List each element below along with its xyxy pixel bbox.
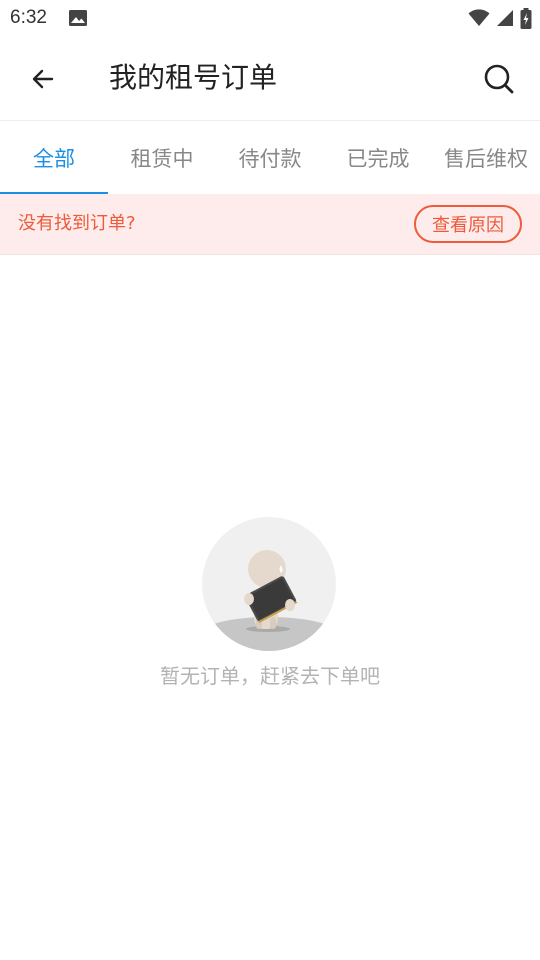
tab-completed[interactable]: 已完成 — [324, 122, 432, 194]
search-button[interactable] — [478, 58, 520, 100]
status-bar: 6:32 — [0, 0, 540, 36]
search-icon — [484, 64, 514, 94]
tab-after-sales[interactable]: 售后维权 — [432, 122, 540, 194]
notice-banner: 没有找到订单? 查看原因 — [0, 194, 540, 255]
empty-orders-illustration — [202, 517, 336, 651]
status-time: 6:32 — [10, 7, 47, 28]
app-bar: 我的租号订单 — [0, 36, 540, 121]
signal-icon — [497, 10, 513, 26]
back-button[interactable] — [22, 58, 64, 100]
view-reason-button[interactable]: 查看原因 — [414, 205, 522, 243]
page-title: 我的租号订单 — [109, 61, 278, 94]
tab-pending-payment[interactable]: 待付款 — [216, 122, 324, 194]
battery-charging-icon — [520, 7, 532, 29]
image-icon — [69, 10, 87, 26]
notice-text: 没有找到订单? — [18, 213, 136, 234]
empty-state-message: 暂无订单，赶紧去下单吧 — [160, 664, 380, 688]
tab-all[interactable]: 全部 — [0, 122, 108, 194]
wifi-icon — [468, 9, 490, 26]
order-tabs: 全部 租赁中 待付款 已完成 售后维权 — [0, 122, 540, 194]
arrow-left-icon — [32, 69, 54, 89]
status-icons — [468, 7, 532, 29]
tab-renting[interactable]: 租赁中 — [108, 122, 216, 194]
